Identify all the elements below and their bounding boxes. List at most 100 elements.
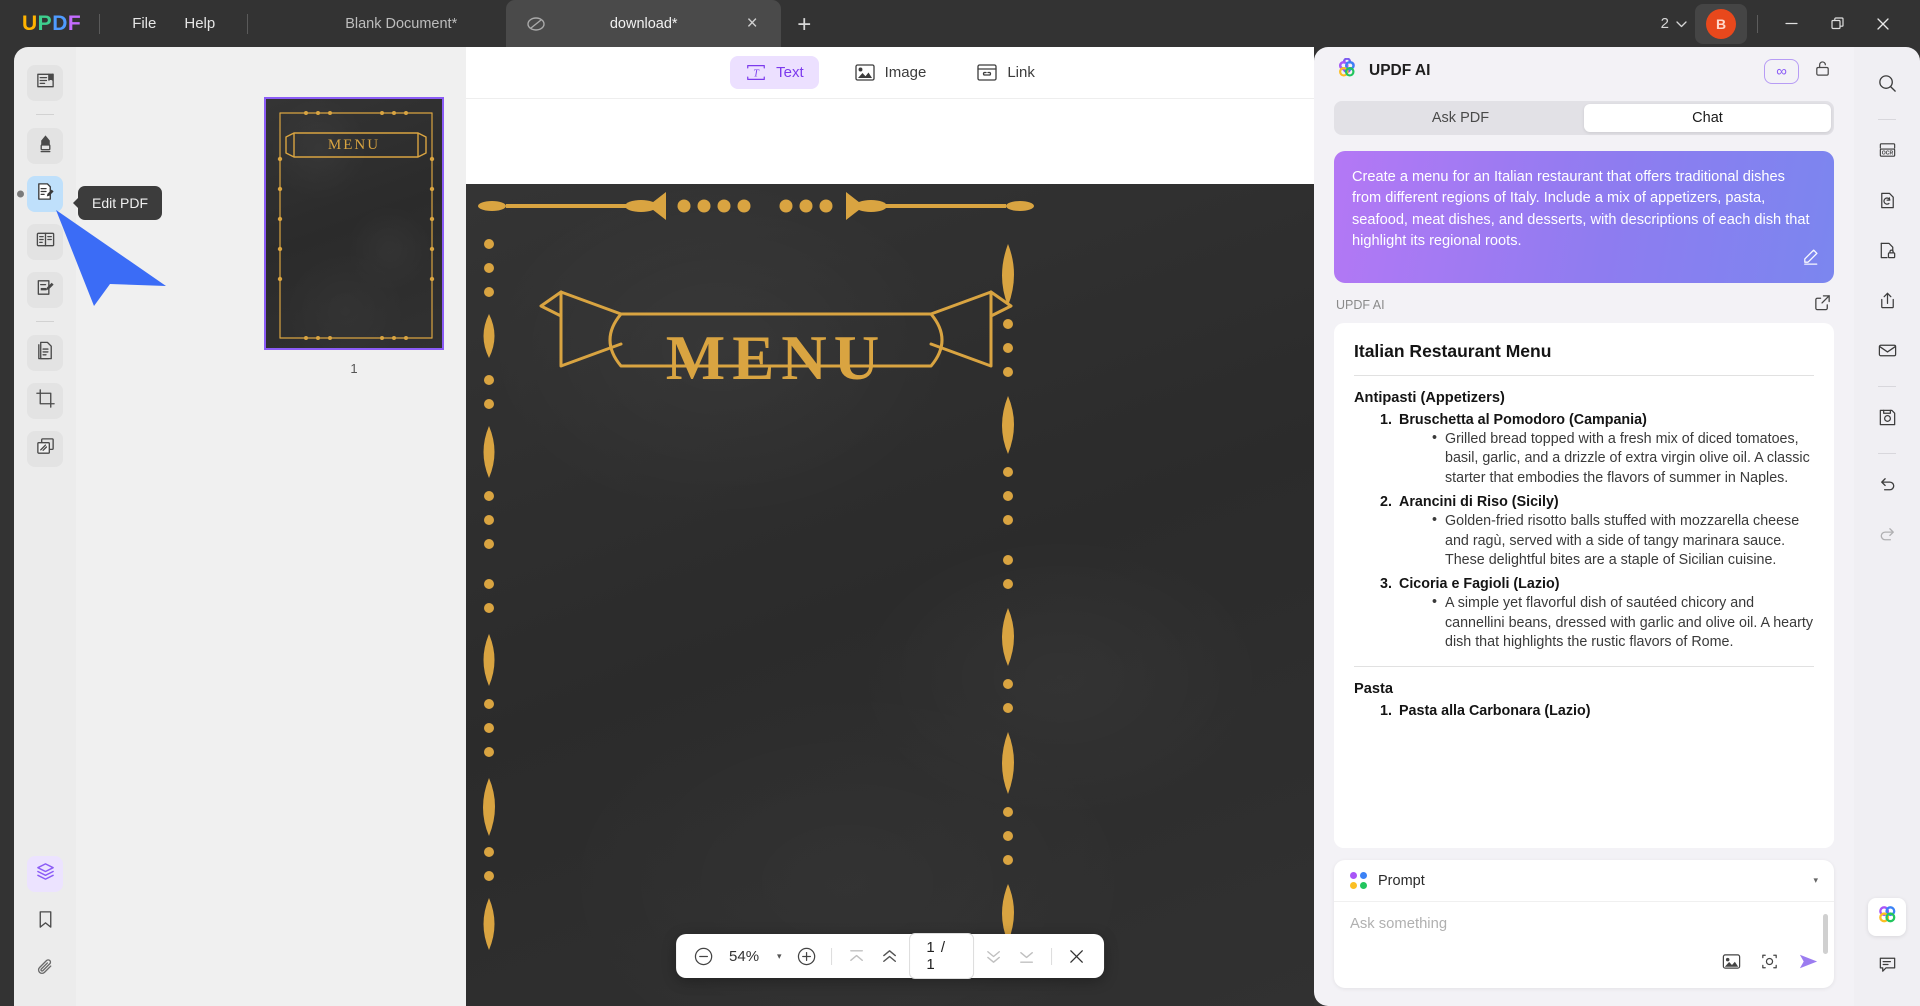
close-icon[interactable]: × — [741, 14, 763, 33]
ai-source-label: UPDF AI — [1336, 297, 1385, 312]
pdf-page-1[interactable]: MENU — [466, 184, 1314, 1006]
first-page-icon[interactable] — [843, 941, 870, 971]
rail-item-email[interactable] — [1868, 334, 1906, 372]
edit-tool-link[interactable]: Link — [961, 56, 1050, 89]
composer-mode-selector[interactable]: Prompt ▾ — [1334, 860, 1834, 902]
sidebar-item-convert-pdf[interactable] — [27, 335, 63, 371]
ask-something-input[interactable]: Ask something — [1350, 916, 1818, 932]
send-icon[interactable] — [1797, 950, 1820, 978]
svg-text:T: T — [753, 69, 760, 80]
open-external-icon[interactable] — [1813, 293, 1832, 317]
sidebar-item-batch-process[interactable] — [27, 431, 63, 467]
restore-icon[interactable] — [1814, 0, 1860, 47]
svg-text:OCR: OCR — [1881, 151, 1893, 157]
sidebar-item-bookmarks[interactable] — [27, 904, 63, 940]
paperclip-icon — [35, 957, 56, 983]
no-thumbnail-icon — [526, 14, 546, 34]
chevron-down-icon — [1676, 15, 1687, 32]
account-avatar-button[interactable]: B — [1695, 3, 1747, 44]
page-thumbnail-1[interactable]: MENU — [264, 97, 444, 350]
answer-section-heading: Pasta — [1354, 680, 1393, 697]
titlebar-divider-1 — [99, 13, 101, 34]
rail-item-comments[interactable] — [1868, 948, 1906, 986]
screenshot-icon[interactable] — [1759, 951, 1780, 977]
envelope-icon — [1877, 340, 1898, 366]
rail-item-protect[interactable] — [1868, 234, 1906, 272]
sidebar-item-attachments[interactable] — [27, 952, 63, 988]
rail-item-undo[interactable] — [1868, 468, 1906, 506]
sidebar-item-crop-page[interactable] — [27, 383, 63, 419]
tab-chat[interactable]: Chat — [1584, 104, 1831, 132]
composer-scrollbar[interactable] — [1823, 914, 1828, 954]
composer-input-area[interactable]: Ask something — [1334, 902, 1834, 988]
rail-item-search[interactable] — [1868, 67, 1906, 105]
rail-item-ocr[interactable]: OCR — [1868, 134, 1906, 172]
edit-tool-image[interactable]: Image — [839, 56, 942, 89]
menu-file[interactable]: File — [118, 9, 170, 38]
list-number: 2. — [1380, 494, 1392, 511]
rail-item-updf-ai[interactable] — [1868, 898, 1906, 936]
zoom-level-label[interactable]: 54% — [723, 948, 765, 965]
rail-divider — [1878, 119, 1896, 120]
sidebar-item-annotate[interactable] — [27, 272, 63, 308]
ai-answer-card[interactable]: Italian Restaurant Menu Antipasti (Appet… — [1334, 322, 1834, 848]
prev-page-icon[interactable] — [876, 941, 903, 971]
zoom-out-icon[interactable] — [690, 941, 717, 971]
titlebar-divider-3 — [1757, 14, 1758, 33]
rail-item-share[interactable] — [1868, 284, 1906, 322]
updf-logo[interactable]: UPDF — [22, 12, 81, 36]
rail-divider — [36, 114, 54, 115]
new-tab-button[interactable]: + — [781, 13, 827, 37]
page-organize-icon — [35, 229, 56, 255]
tab-ask-pdf[interactable]: Ask PDF — [1337, 104, 1584, 132]
rail-item-convert[interactable] — [1868, 184, 1906, 222]
ai-mode-tabs: Ask PDF Chat — [1334, 101, 1834, 135]
last-page-icon[interactable] — [1013, 941, 1040, 971]
close-icon[interactable] — [1860, 0, 1906, 47]
batch-pages-icon — [35, 436, 56, 462]
ai-panel-header: UPDF AI ∞ — [1314, 47, 1854, 95]
minimize-icon[interactable] — [1768, 0, 1814, 47]
list-number: 3. — [1380, 576, 1392, 593]
avatar: B — [1706, 8, 1736, 39]
dish-title: Pasta alla Carbonara (Lazio) — [1399, 702, 1591, 719]
convert-doc-icon — [35, 340, 56, 366]
insert-image-icon[interactable] — [1721, 951, 1742, 977]
window-count-selector[interactable]: 2 — [1653, 10, 1695, 37]
edit-pdf-tooltip: Edit PDF — [78, 186, 163, 220]
updf-application-window: UPDF File Help Blank Document* download*… — [0, 0, 1920, 1006]
page-canvas-area[interactable]: MENU 54% ▾ 1 / 1 — [466, 99, 1314, 1006]
sidebar-item-layers[interactable] — [27, 856, 63, 892]
page-content: MENU — [466, 184, 1314, 1006]
thumbnail-menu-title: MENU — [327, 137, 381, 153]
marker-pen-icon — [35, 133, 56, 159]
titlebar-divider-2 — [247, 13, 249, 34]
rail-item-save[interactable] — [1868, 401, 1906, 439]
document-viewer: T Text Image Link MENU 54% ▾ 1 / 1 — [466, 47, 1314, 1006]
zoom-dropdown-caret-icon[interactable]: ▾ — [771, 951, 788, 962]
edit-tool-text[interactable]: T Text — [730, 56, 819, 89]
sidebar-item-edit-pdf[interactable] — [17, 176, 63, 212]
unlimited-badge[interactable]: ∞ — [1764, 58, 1799, 84]
thumbnail-item[interactable]: MENU 1 — [264, 97, 444, 376]
tab-download[interactable]: download* × — [506, 0, 782, 47]
sidebar-item-reader-mode[interactable] — [27, 65, 63, 101]
thumbnail-page-number: 1 — [350, 361, 358, 376]
tab-blank-document[interactable]: Blank Document* — [296, 0, 506, 47]
next-page-icon[interactable] — [980, 941, 1007, 971]
sidebar-item-highlight-markup[interactable] — [27, 128, 63, 164]
edit-tool-label: Image — [884, 64, 927, 81]
unlock-icon[interactable] — [1813, 59, 1832, 83]
page-indicator[interactable]: 1 / 1 — [909, 933, 975, 979]
user-prompt-bubble[interactable]: Create a menu for an Italian restaurant … — [1334, 151, 1834, 283]
close-icon[interactable] — [1063, 941, 1090, 971]
sidebar-item-organize-pages[interactable] — [27, 224, 63, 260]
pencil-edit-icon[interactable] — [1801, 247, 1820, 273]
menu-help[interactable]: Help — [170, 9, 229, 38]
rail-item-redo[interactable] — [1868, 518, 1906, 556]
comment-bubble-icon — [1877, 954, 1898, 980]
tab-label: download* — [609, 15, 678, 32]
dish-title: Bruschetta al Pomodoro (Campania) — [1399, 411, 1647, 428]
dish-description: Grilled bread topped with a fresh mix of… — [1432, 429, 1814, 488]
zoom-in-icon[interactable] — [794, 941, 821, 971]
